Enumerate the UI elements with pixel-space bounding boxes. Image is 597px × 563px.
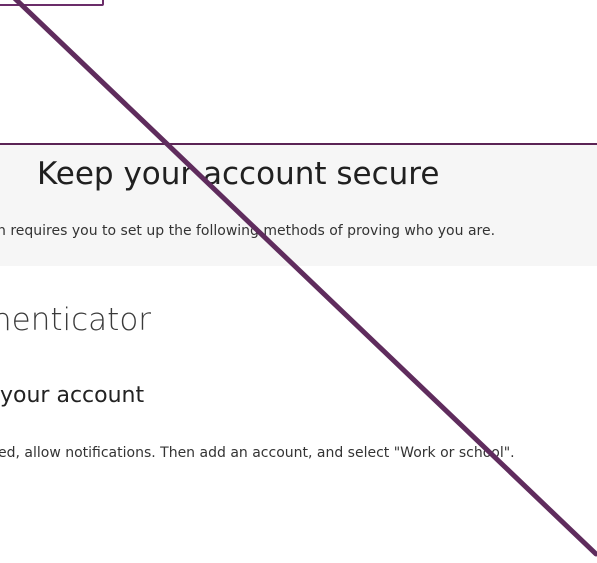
page: Keep your account secure n requires you … xyxy=(0,0,597,563)
authenticator-heading: henticator xyxy=(0,302,152,338)
page-title: Keep your account secure xyxy=(37,156,440,192)
strike-line xyxy=(12,0,597,557)
step-instruction: ed, allow notifications. Then add an acc… xyxy=(0,445,515,461)
step-heading: your account xyxy=(0,383,145,408)
cropped-input-box[interactable] xyxy=(0,0,104,6)
diagonal-strike-line xyxy=(12,0,597,557)
page-subtitle: n requires you to set up the following m… xyxy=(0,223,496,239)
